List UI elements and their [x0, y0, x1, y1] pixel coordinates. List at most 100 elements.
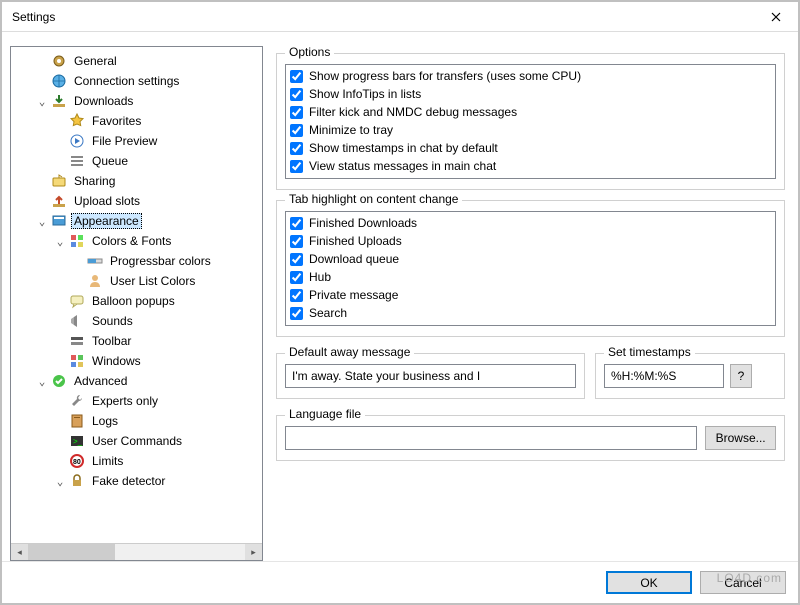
tree-collapse-icon[interactable]: ⌄	[53, 234, 67, 248]
list-item[interactable]: Search	[290, 304, 771, 322]
tree-node-logs[interactable]: Logs	[11, 411, 262, 431]
checkbox[interactable]	[290, 142, 303, 155]
tree-leaf-icon	[53, 434, 67, 448]
timestamps-group: Set timestamps ?	[595, 353, 785, 399]
scroll-track[interactable]	[28, 544, 245, 560]
tree-label: Progressbar colors	[107, 253, 214, 269]
checkbox-label: Finished Uploads	[309, 234, 402, 248]
tree-label: User List Colors	[107, 273, 198, 289]
globe-icon	[51, 73, 67, 89]
timestamps-input[interactable]	[604, 364, 724, 388]
tree-leaf-icon	[53, 294, 67, 308]
tree-node-queue[interactable]: Queue	[11, 151, 262, 171]
tree-node-progressbar-colors[interactable]: Progressbar colors	[11, 251, 262, 271]
tree-node-advanced[interactable]: ⌄Advanced	[11, 371, 262, 391]
list-item[interactable]: Finished Uploads	[290, 232, 771, 250]
sound-icon	[69, 313, 85, 329]
titlebar: Settings	[2, 2, 798, 32]
language-file-group: Language file Browse...	[276, 415, 785, 461]
checkbox[interactable]	[290, 235, 303, 248]
list-item[interactable]: Download queue	[290, 250, 771, 268]
checkbox-label: Show progress bars for transfers (uses s…	[309, 69, 581, 83]
tab-highlight-legend: Tab highlight on content change	[285, 192, 462, 206]
checkbox[interactable]	[290, 289, 303, 302]
list-item[interactable]: Minimize to tray	[290, 121, 771, 139]
tree-node-fake-detector[interactable]: ⌄Fake detector	[11, 471, 262, 491]
tree-leaf-icon	[53, 394, 67, 408]
tree-label: Sharing	[71, 173, 118, 189]
tree-scroll[interactable]: General Connection settings ⌄ Downloads Favo…	[11, 47, 262, 543]
list-item[interactable]: Finished Downloads	[290, 214, 771, 232]
colors-icon	[69, 233, 85, 249]
away-message-group: Default away message	[276, 353, 585, 399]
tab-highlight-listbox[interactable]: Finished Downloads Finished Uploads Downlo…	[285, 211, 776, 326]
tree-node-sounds[interactable]: Sounds	[11, 311, 262, 331]
tree-node-toolbar[interactable]: Toolbar	[11, 331, 262, 351]
windows-icon	[69, 353, 85, 369]
tree-node-sharing[interactable]: Sharing	[11, 171, 262, 191]
tree-node-downloads[interactable]: ⌄ Downloads	[11, 91, 262, 111]
tree-horizontal-scrollbar[interactable]: ◂ ▸	[11, 543, 262, 560]
ok-button[interactable]: OK	[606, 571, 692, 594]
browse-button[interactable]: Browse...	[705, 426, 776, 450]
tree-node-file-preview[interactable]: File Preview	[11, 131, 262, 151]
checkbox[interactable]	[290, 307, 303, 320]
close-button[interactable]	[753, 3, 798, 31]
tab-highlight-group: Tab highlight on content change Finished…	[276, 200, 785, 337]
tree-node-appearance[interactable]: ⌄Appearance	[11, 211, 262, 231]
lock-icon	[69, 473, 85, 489]
tree-node-favorites[interactable]: Favorites	[11, 111, 262, 131]
checkbox[interactable]	[290, 160, 303, 173]
checkbox[interactable]	[290, 70, 303, 83]
checkbox[interactable]	[290, 106, 303, 119]
tree-node-user-list-colors[interactable]: User List Colors	[11, 271, 262, 291]
options-listbox[interactable]: Show progress bars for transfers (uses s…	[285, 64, 776, 179]
checkbox[interactable]	[290, 88, 303, 101]
tree-node-general[interactable]: General	[11, 51, 262, 71]
tree-leaf-icon	[53, 314, 67, 328]
tree-node-upload-slots[interactable]: Upload slots	[11, 191, 262, 211]
check-icon	[51, 373, 67, 389]
scroll-right-arrow[interactable]: ▸	[245, 544, 262, 561]
tree-collapse-icon[interactable]: ⌄	[35, 374, 49, 388]
list-item[interactable]: Private message	[290, 286, 771, 304]
list-item[interactable]: Show InfoTips in lists	[290, 85, 771, 103]
checkbox[interactable]	[290, 124, 303, 137]
tree-node-connection-settings[interactable]: Connection settings	[11, 71, 262, 91]
share-icon	[51, 173, 67, 189]
appearance-icon	[51, 213, 67, 229]
tree-label: Balloon popups	[89, 293, 178, 309]
list-item[interactable]: Hub	[290, 268, 771, 286]
scroll-thumb[interactable]	[28, 544, 115, 560]
tree-node-windows[interactable]: Windows	[11, 351, 262, 371]
list-item[interactable]: View status messages in main chat	[290, 157, 771, 175]
language-file-input[interactable]	[285, 426, 697, 450]
tree-label: Connection settings	[71, 73, 182, 89]
checkbox[interactable]	[290, 217, 303, 230]
options-group: Options Show progress bars for transfers…	[276, 53, 785, 190]
appearance-panel: Options Show progress bars for transfers…	[275, 46, 788, 561]
tree-node-limits[interactable]: 80Limits	[11, 451, 262, 471]
timestamps-help-button[interactable]: ?	[730, 364, 752, 388]
tree-node-colors-fonts[interactable]: ⌄Colors & Fonts	[11, 231, 262, 251]
checkbox-label: Show timestamps in chat by default	[309, 141, 498, 155]
tree-node-balloon-popups[interactable]: Balloon popups	[11, 291, 262, 311]
tree-leaf-icon	[71, 254, 85, 268]
checkbox-label: Minimize to tray	[309, 123, 393, 137]
tree-node-user-commands[interactable]: >_User Commands	[11, 431, 262, 451]
checkbox-label: Hub	[309, 270, 331, 284]
tree-collapse-icon[interactable]: ⌄	[35, 214, 49, 228]
tree-leaf-icon	[53, 454, 67, 468]
tree-label: Downloads	[71, 93, 136, 109]
scroll-left-arrow[interactable]: ◂	[11, 544, 28, 561]
list-item[interactable]: Filter kick and NMDC debug messages	[290, 103, 771, 121]
away-message-input[interactable]	[285, 364, 576, 388]
checkbox[interactable]	[290, 271, 303, 284]
checkbox[interactable]	[290, 253, 303, 266]
cancel-button[interactable]: Cancel	[700, 571, 786, 594]
list-item[interactable]: Show timestamps in chat by default	[290, 139, 771, 157]
tree-collapse-icon[interactable]: ⌄	[35, 94, 49, 108]
tree-node-experts-only[interactable]: Experts only	[11, 391, 262, 411]
tree-collapse-icon[interactable]: ⌄	[53, 474, 67, 488]
list-item[interactable]: Show progress bars for transfers (uses s…	[290, 67, 771, 85]
